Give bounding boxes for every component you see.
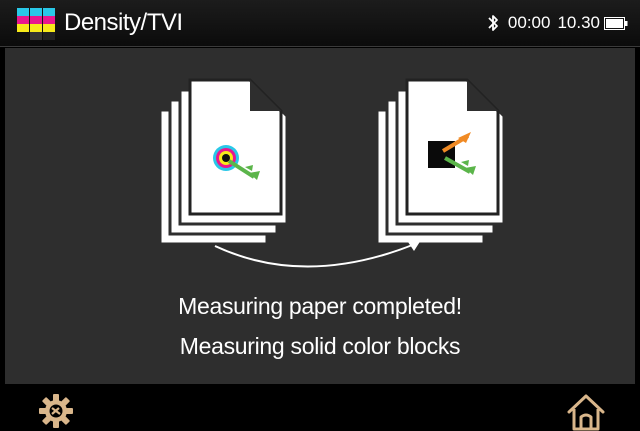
status-area: 00:00 10.30	[486, 12, 628, 34]
status-message-line-1: Measuring paper completed!	[178, 293, 462, 319]
bluetooth-icon	[488, 15, 498, 31]
settings-gear-icon[interactable]	[38, 393, 74, 429]
cmyk-patch-logo-icon	[17, 8, 55, 40]
app-title: Density/TVI	[64, 9, 183, 36]
title-bar: Density/TVI 00:00 10.30	[0, 0, 640, 47]
solid-color-block-icon	[375, 78, 506, 246]
home-icon[interactable]	[566, 393, 606, 431]
paper-target-icon	[158, 78, 289, 246]
status-message-line-2: Measuring solid color blocks	[179, 333, 461, 359]
app-window: Density/TVI 00:00 10.30 Measuring paper …	[0, 0, 640, 431]
status-messages: Measuring paper completed! Measuring sol…	[5, 286, 635, 366]
main-panel: Measuring paper completed! Measuring sol…	[5, 48, 635, 384]
bottom-bar	[0, 387, 640, 431]
battery-icon	[604, 16, 628, 30]
status-level: 10.30	[557, 13, 600, 32]
status-clock: 00:00	[507, 13, 551, 32]
